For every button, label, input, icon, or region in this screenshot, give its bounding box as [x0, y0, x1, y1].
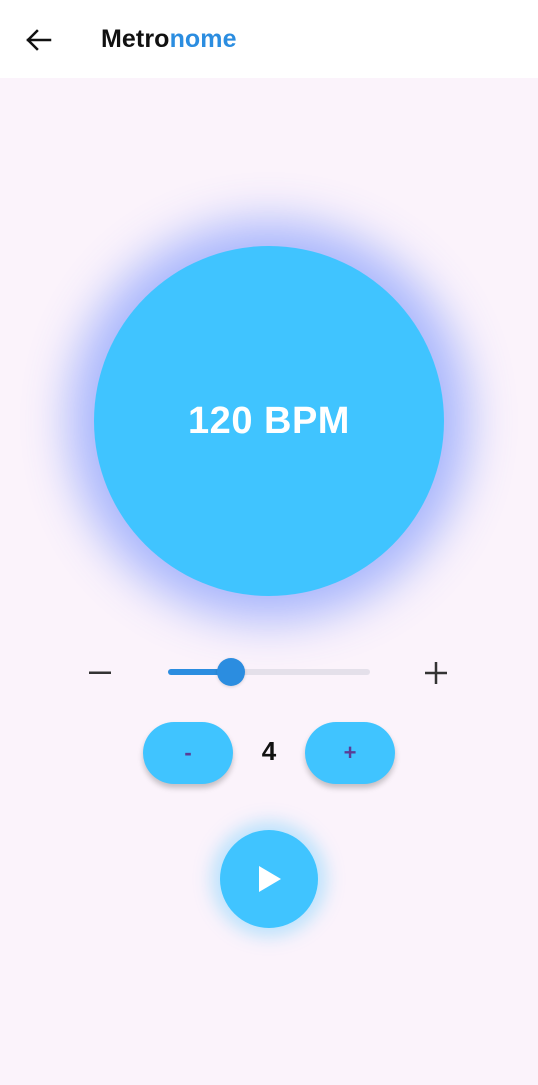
plus-icon: [425, 662, 447, 684]
minus-icon: [89, 671, 111, 674]
page-title: Metronome: [101, 25, 237, 54]
tempo-decrease-button[interactable]: [83, 656, 117, 690]
bpm-display-circle: 120 BPM: [94, 246, 444, 596]
beats-decrement-button[interactable]: -: [143, 722, 233, 784]
app-bar: Metronome: [0, 0, 538, 78]
bpm-label: 120 BPM: [188, 399, 350, 442]
back-button[interactable]: [20, 22, 58, 58]
beats-count: 4: [261, 736, 277, 766]
tempo-increase-button[interactable]: [419, 656, 453, 690]
tempo-slider-thumb[interactable]: [217, 658, 245, 686]
play-icon: [259, 866, 281, 892]
beats-increment-button[interactable]: +: [305, 722, 395, 784]
play-button[interactable]: [220, 830, 318, 928]
page-title-part-1: Metro: [101, 25, 170, 53]
tempo-slider[interactable]: [168, 658, 370, 686]
page-title-part-2: nome: [169, 25, 237, 53]
arrow-left-icon: [26, 29, 52, 51]
